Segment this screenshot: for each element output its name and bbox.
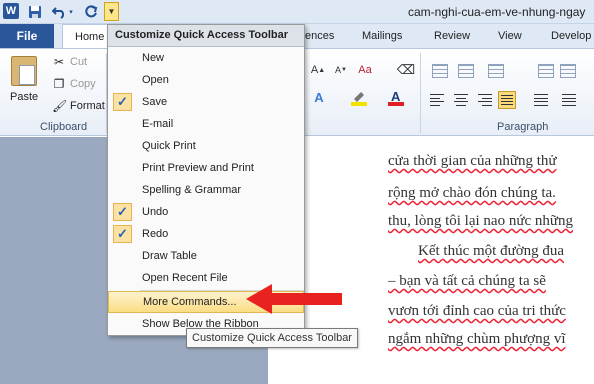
paste-button[interactable]: Paste [10,91,38,103]
doc-line: rộng mở chào đón chúng ta. [388,185,556,201]
justify-icon[interactable] [498,91,516,109]
decrease-indent-icon[interactable] [538,64,554,78]
menu-item-undo[interactable]: ✓ Undo [108,201,304,223]
menu-item-redo[interactable]: ✓ Redo [108,223,304,245]
menu-item-email[interactable]: E-mail [108,113,304,135]
doc-line: – bạn và tất cả chúng ta sẽ [388,273,546,289]
title-bar: W ▾ ▼ cam-nghi-cua-em-ve-nhung-ngay [0,0,594,24]
redo-icon[interactable] [82,3,100,20]
chevron-down-icon: ▼ [107,7,116,16]
tab-file[interactable]: File [0,24,54,48]
tooltip: Customize Quick Access Toolbar [186,328,358,348]
menu-item-label: Quick Print [142,140,196,152]
tab-review[interactable]: Review [434,24,470,48]
menu-title: Customize Quick Access Toolbar [108,25,304,47]
menu-item-label: Spelling & Grammar [142,184,242,196]
menu-item-label: New [142,52,165,64]
tab-developer[interactable]: Develop [551,24,591,48]
format-painter-label: Format [70,100,105,112]
menu-item-label: Print Preview and Print [142,162,254,174]
doc-line: cửa thời gian của những thử [388,153,557,169]
highlight-icon[interactable] [348,87,370,107]
font-color-icon[interactable]: A [385,87,407,107]
grow-font-icon[interactable]: A ▲ [307,60,329,80]
paintbrush-icon: 🖌 [52,99,68,113]
clear-format-icon[interactable]: ⌫ [395,60,417,80]
copy-button[interactable]: ❐ Copy [52,77,96,91]
align-left-icon[interactable] [428,91,446,109]
clipboard-group-label: Clipboard [40,121,88,133]
bullets-icon[interactable] [432,64,448,78]
menu-item-print-preview[interactable]: Print Preview and Print [108,157,304,179]
paragraph-group-label: Paragraph [497,121,549,133]
undo-dropdown-icon[interactable]: ▾ [66,3,76,20]
red-arrow-annotation [246,284,342,314]
menu-item-label: Open Recent File [142,272,228,284]
document-title: cam-nghi-cua-em-ve-nhung-ngay [408,5,586,19]
menu-item-label: E-mail [142,118,174,130]
tab-mailings[interactable]: Mailings [362,24,402,48]
doc-line: vươn tới đỉnh cao của tri thức [388,303,566,319]
align-center-icon[interactable] [452,91,470,109]
multilevel-list-icon[interactable] [488,64,504,78]
line-spacing-icon[interactable] [532,91,550,109]
text-effects-icon[interactable]: A [308,87,330,107]
menu-item-label: Draw Table [142,250,197,262]
menu-item-quick-print[interactable]: Quick Print [108,135,304,157]
format-painter-button[interactable]: 🖌 Format [52,99,105,113]
paste-icon[interactable] [11,56,37,86]
menu-item-label: Redo [142,228,169,240]
shrink-font-icon[interactable]: A ▼ [330,60,352,80]
copy-label: Copy [70,78,96,90]
doc-line: thu, lòng tôi lại nao nức những [388,213,573,229]
menu-item-draw-table[interactable]: Draw Table [108,245,304,267]
menu-item-label: More Commands... [143,296,237,308]
menu-item-label: Open [142,74,169,86]
group-divider [420,53,421,133]
menu-item-label: Undo [142,206,169,218]
word-app-icon[interactable]: W [3,3,19,19]
align-right-icon[interactable] [476,91,494,109]
menu-item-new[interactable]: New [108,47,304,69]
cut-button[interactable]: ✂ Cut [52,55,87,69]
checkmark-icon: ✓ [113,225,132,243]
doc-line: ngắm những chùm phượng vĩ [388,331,566,347]
qat-customize-dropdown-button[interactable]: ▼ [104,2,119,21]
doc-line: Kết thúc một đường đua [418,243,565,259]
checkmark-icon: ✓ [113,203,132,221]
checkmark-icon: ✓ [113,93,132,111]
cut-label: Cut [70,56,88,68]
numbering-icon[interactable] [458,64,474,78]
scissors-icon: ✂ [53,55,65,69]
menu-item-spelling[interactable]: Spelling & Grammar [108,179,304,201]
shading-icon[interactable] [560,91,578,109]
tab-view[interactable]: View [498,24,522,48]
copy-icon: ❐ [53,77,65,91]
increase-indent-icon[interactable] [560,64,576,78]
tab-references[interactable]: ences [305,24,334,48]
change-case-icon[interactable]: Aa [354,60,376,80]
menu-item-open[interactable]: Open [108,69,304,91]
menu-item-save[interactable]: ✓ Save [108,91,304,113]
menu-item-label: Save [142,96,168,108]
svg-text:A: A [391,89,401,104]
save-icon[interactable] [26,3,44,20]
